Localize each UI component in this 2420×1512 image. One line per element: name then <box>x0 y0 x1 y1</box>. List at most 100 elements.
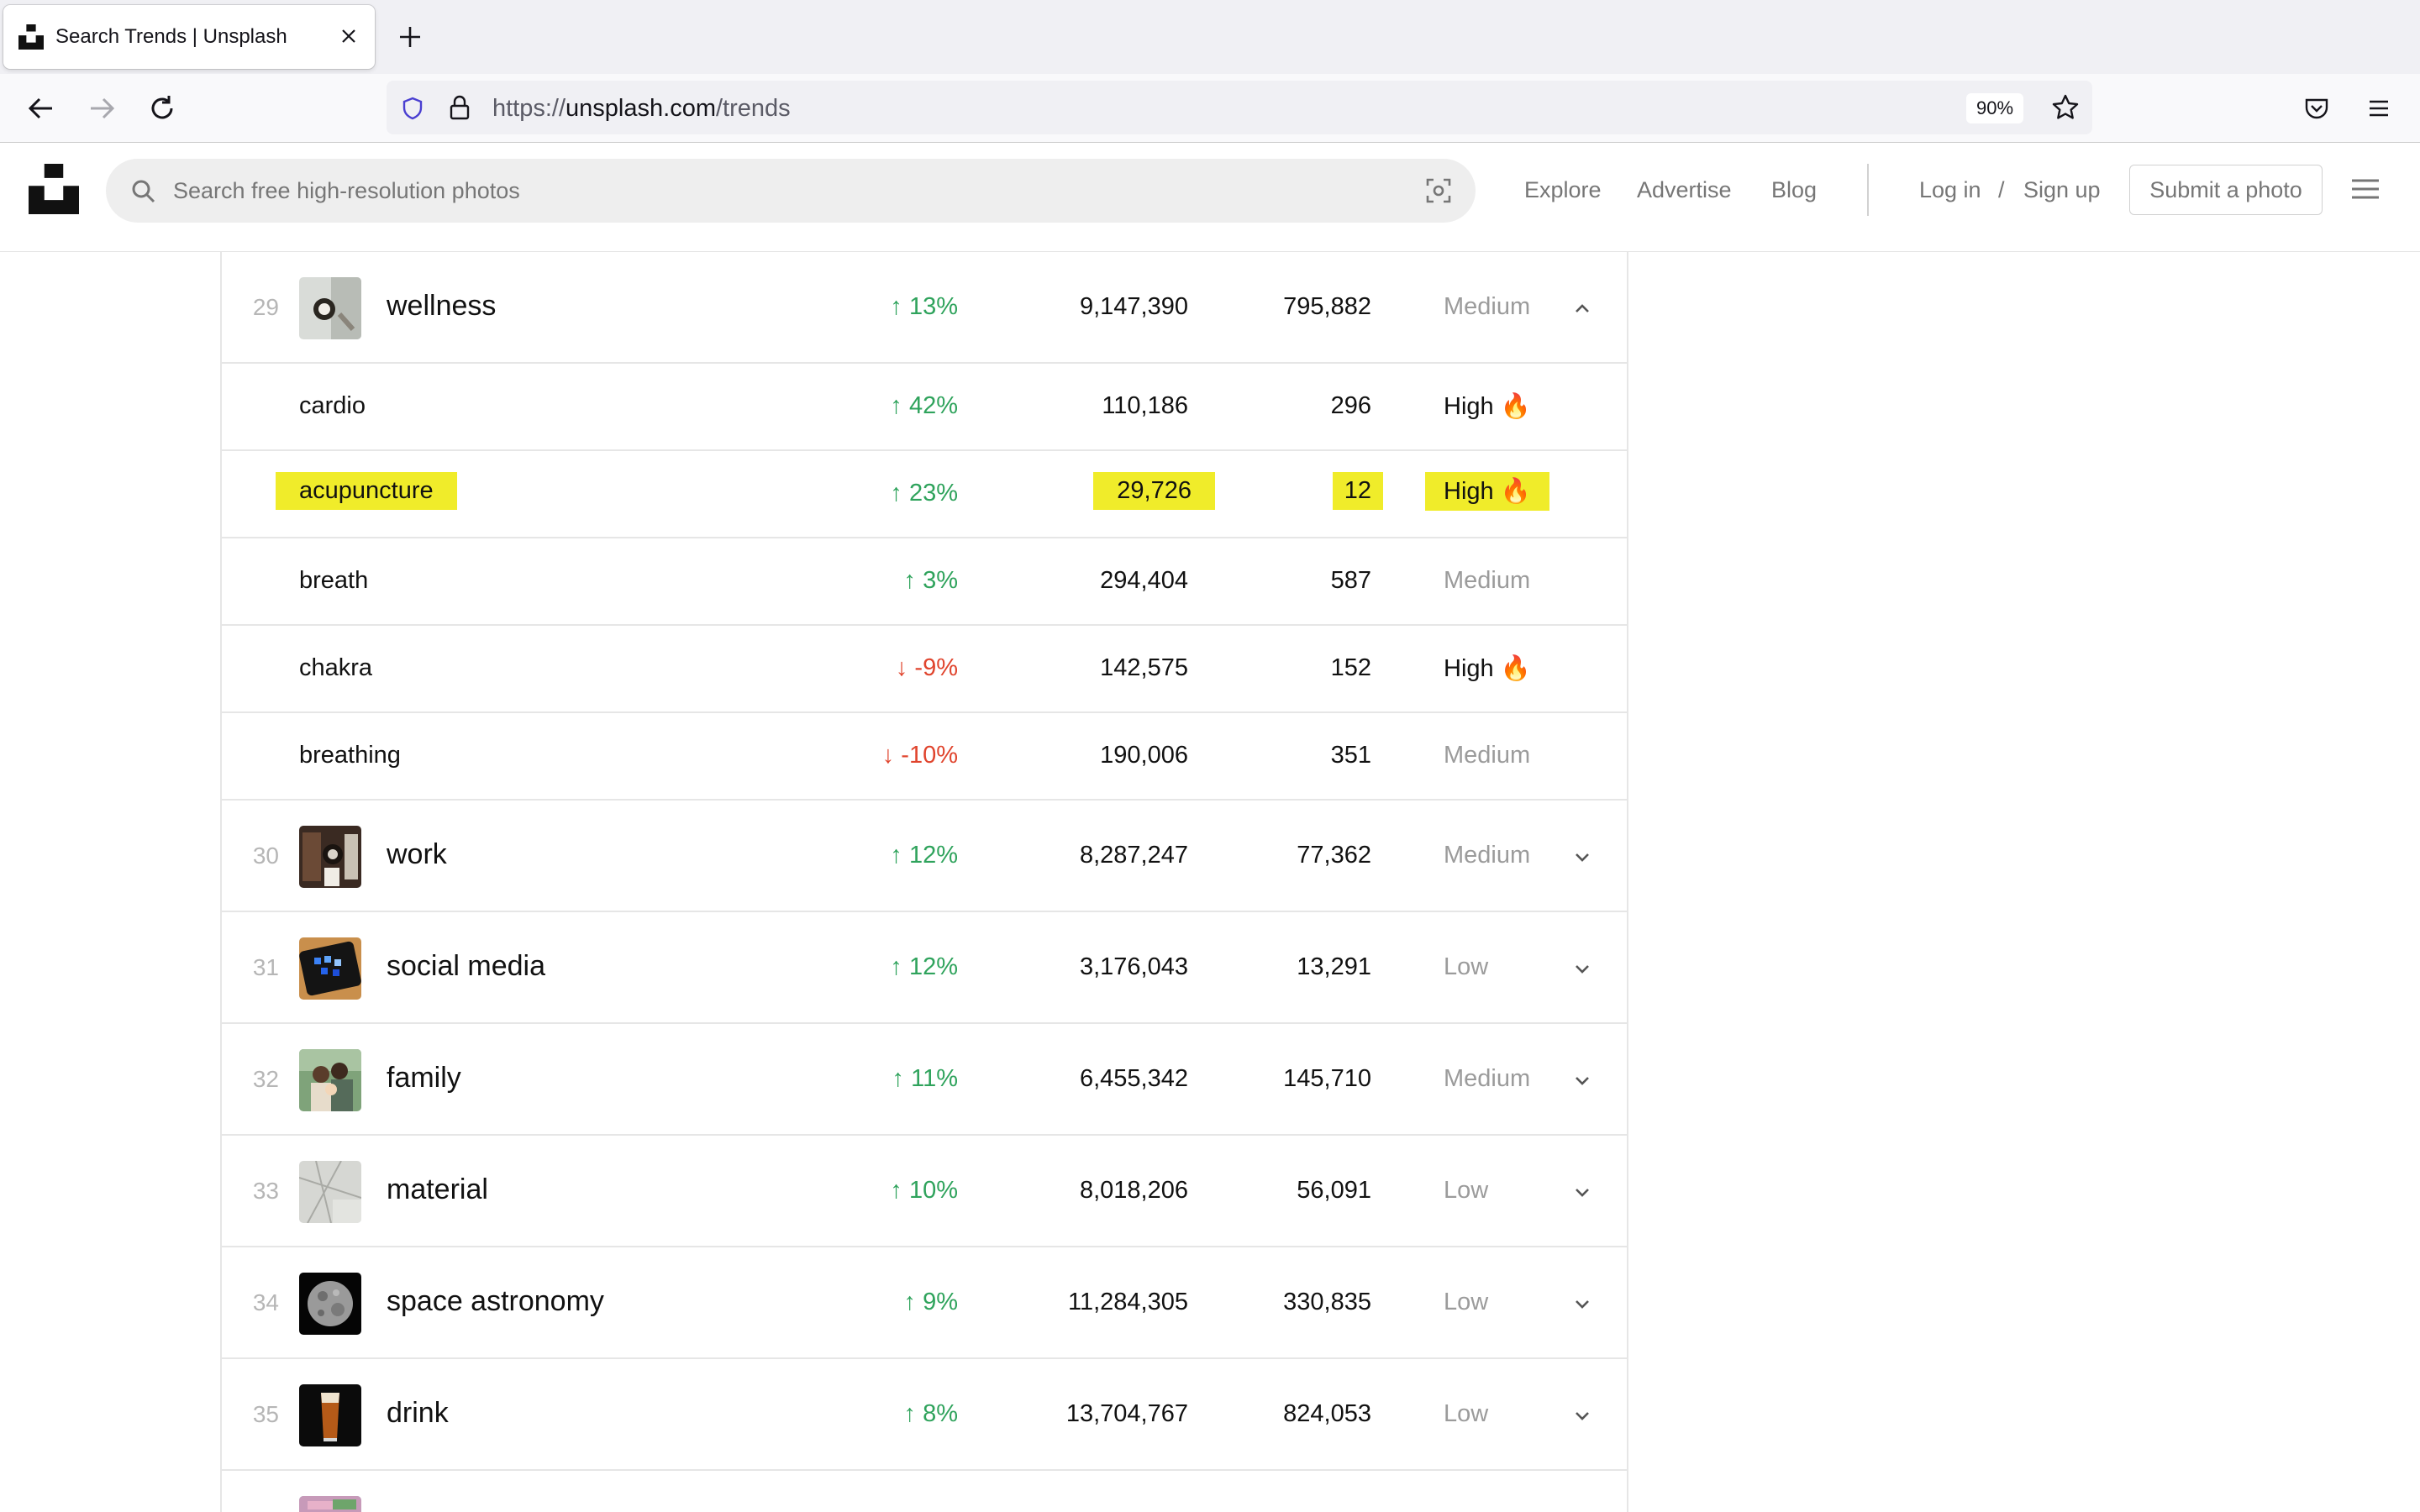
login-link[interactable]: Log in <box>1919 177 1981 203</box>
chevron-down-icon[interactable] <box>1571 958 1593 979</box>
address-bar[interactable]: https://unsplash.com/trends 90% <box>387 81 2092 134</box>
pocket-icon[interactable] <box>2302 94 2331 123</box>
search-icon[interactable] <box>129 177 158 206</box>
trend-row[interactable]: 33 material ↑ 10% 8,018,206 56,091 Low <box>222 1136 1627 1247</box>
trend-name[interactable]: drink <box>387 1397 449 1430</box>
trend-row[interactable]: 30 work ↑ 12% 8,287,247 77,362 Medium <box>222 801 1627 912</box>
chevron-down-icon[interactable] <box>1571 1404 1593 1426</box>
trend-change: ↑ 12% <box>890 841 958 869</box>
competition-level: Medium <box>1444 742 1531 769</box>
trend-change: ↑ 42% <box>890 392 958 419</box>
photo-count: 145,710 <box>1283 1064 1371 1092</box>
photo-count: 56,091 <box>1297 1176 1371 1204</box>
trend-name[interactable]: social media <box>387 950 545 983</box>
trend-thumbnail[interactable] <box>299 937 361 1000</box>
url-text[interactable]: https://unsplash.com/trends <box>492 95 791 123</box>
nav-advertise-link[interactable]: Advertise <box>1637 177 1732 203</box>
competition-level: Low <box>1444 953 1489 980</box>
bookmark-star-icon[interactable] <box>2050 92 2081 123</box>
trend-thumbnail[interactable] <box>299 1383 361 1446</box>
related-term-row[interactable]: breathing ↓ -10% 190,006 351 Medium <box>222 713 1627 801</box>
search-bar <box>106 159 1476 223</box>
trend-thumbnail[interactable] <box>299 1048 361 1111</box>
related-term-row[interactable]: chakra ↓ -9% 142,575 152 High 🔥 <box>222 626 1627 713</box>
trend-name[interactable]: family <box>387 1062 461 1095</box>
trend-row[interactable]: 29 wellness ↑ 13% 9,147,390 795,882 Medium <box>222 252 1627 364</box>
competition-level: Low <box>1444 1176 1489 1204</box>
reload-icon[interactable] <box>145 91 180 126</box>
competition-level: Medium <box>1444 1064 1531 1092</box>
trend-change: ↓ -9% <box>895 654 958 681</box>
trend-rank: 31 <box>252 953 279 980</box>
trend-change: ↑ 12% <box>890 953 958 980</box>
competition-level: High 🔥 <box>1425 472 1549 511</box>
chevron-down-icon[interactable] <box>1571 1069 1593 1091</box>
search-volume: 3,176,043 <box>1079 953 1188 980</box>
login-signup-separator: / <box>1998 177 2005 202</box>
visual-search-icon[interactable] <box>1423 176 1454 206</box>
related-term-name[interactable]: acupuncture <box>276 472 457 510</box>
chevron-up-icon[interactable] <box>1571 297 1593 319</box>
chevron-down-icon[interactable] <box>1571 846 1593 868</box>
zoom-level-badge[interactable]: 90% <box>1966 93 2024 123</box>
related-term-name[interactable]: chakra <box>299 654 372 682</box>
close-tab-icon[interactable] <box>338 25 360 47</box>
trend-name[interactable]: wellness <box>387 290 496 323</box>
trend-thumbnail[interactable] <box>299 825 361 888</box>
submit-photo-button[interactable]: Submit a photo <box>2129 165 2323 215</box>
chevron-down-icon[interactable] <box>1571 1181 1593 1203</box>
back-icon[interactable] <box>24 91 59 126</box>
search-volume: 142,575 <box>1100 654 1188 681</box>
trend-change: ↑ 10% <box>890 1176 958 1204</box>
photo-count: 12 <box>1332 472 1383 510</box>
competition-level: High 🔥 <box>1444 393 1531 420</box>
lock-icon[interactable] <box>447 94 472 121</box>
browser-tab-bar: Search Trends | Unsplash <box>0 0 2420 74</box>
trend-name[interactable]: material <box>387 1173 488 1206</box>
trend-row[interactable]: 36currency↑ 8%5,874,66416,985High 🔥 <box>222 1471 1627 1512</box>
nav-explore-link[interactable]: Explore <box>1524 177 1602 203</box>
trend-row[interactable]: 35 drink ↑ 8% 13,704,767 824,053 Low <box>222 1359 1627 1471</box>
browser-tab[interactable]: Search Trends | Unsplash <box>3 5 375 69</box>
trend-row[interactable]: 34 space astronomy ↑ 9% 11,284,305 330,835 Lo… <box>222 1247 1627 1359</box>
trend-change: ↑ 13% <box>890 292 958 320</box>
photo-count: 795,882 <box>1283 292 1371 320</box>
tab-title: Search Trends | Unsplash <box>55 25 287 48</box>
search-volume: 190,006 <box>1100 742 1188 769</box>
unsplash-logo-icon[interactable] <box>29 164 79 214</box>
photo-count: 152 <box>1330 654 1371 681</box>
search-volume: 11,284,305 <box>1068 1288 1188 1315</box>
photo-count: 13,291 <box>1297 953 1371 980</box>
signup-link[interactable]: Sign up <box>2023 177 2101 203</box>
site-menu-icon[interactable] <box>2349 174 2381 204</box>
header-divider <box>1867 164 1869 216</box>
competition-level: Low <box>1444 1288 1489 1315</box>
trend-thumbnail[interactable] <box>299 1272 361 1335</box>
url-domain: unsplash.com <box>566 95 716 122</box>
trend-row[interactable]: 31 social media ↑ 12% 3,176,043 13,291 Low <box>222 912 1627 1024</box>
trend-thumbnail[interactable] <box>299 276 361 339</box>
forward-icon[interactable] <box>84 91 119 126</box>
search-volume: 294,404 <box>1100 567 1188 594</box>
shield-icon[interactable] <box>400 96 425 121</box>
related-term-row[interactable]: acupuncture ↑ 23% 29,726 12 High 🔥 <box>222 451 1627 538</box>
related-term-row[interactable]: breath ↑ 3% 294,404 587 Medium <box>222 538 1627 626</box>
photo-count: 296 <box>1330 392 1371 419</box>
related-term-name[interactable]: cardio <box>299 392 366 420</box>
search-volume: 9,147,390 <box>1079 292 1188 320</box>
trend-name[interactable]: currency <box>387 1509 496 1512</box>
trend-thumbnail[interactable] <box>299 1495 361 1512</box>
related-term-name[interactable]: breathing <box>299 742 401 769</box>
trend-name[interactable]: space astronomy <box>387 1285 604 1318</box>
chevron-down-icon[interactable] <box>1571 1293 1593 1315</box>
nav-blog-link[interactable]: Blog <box>1771 177 1817 203</box>
related-term-name[interactable]: breath <box>299 567 368 595</box>
browser-menu-icon[interactable] <box>2365 94 2393 123</box>
related-term-row[interactable]: cardio ↑ 42% 110,186 296 High 🔥 <box>222 364 1627 451</box>
search-input[interactable] <box>173 159 1392 223</box>
search-volume: 29,726 <box>1093 472 1215 510</box>
trend-thumbnail[interactable] <box>299 1160 361 1223</box>
new-tab-icon[interactable] <box>395 22 425 52</box>
trend-name[interactable]: work <box>387 838 447 871</box>
trend-row[interactable]: 32 family ↑ 11% 6,455,342 145,710 Medium <box>222 1024 1627 1136</box>
